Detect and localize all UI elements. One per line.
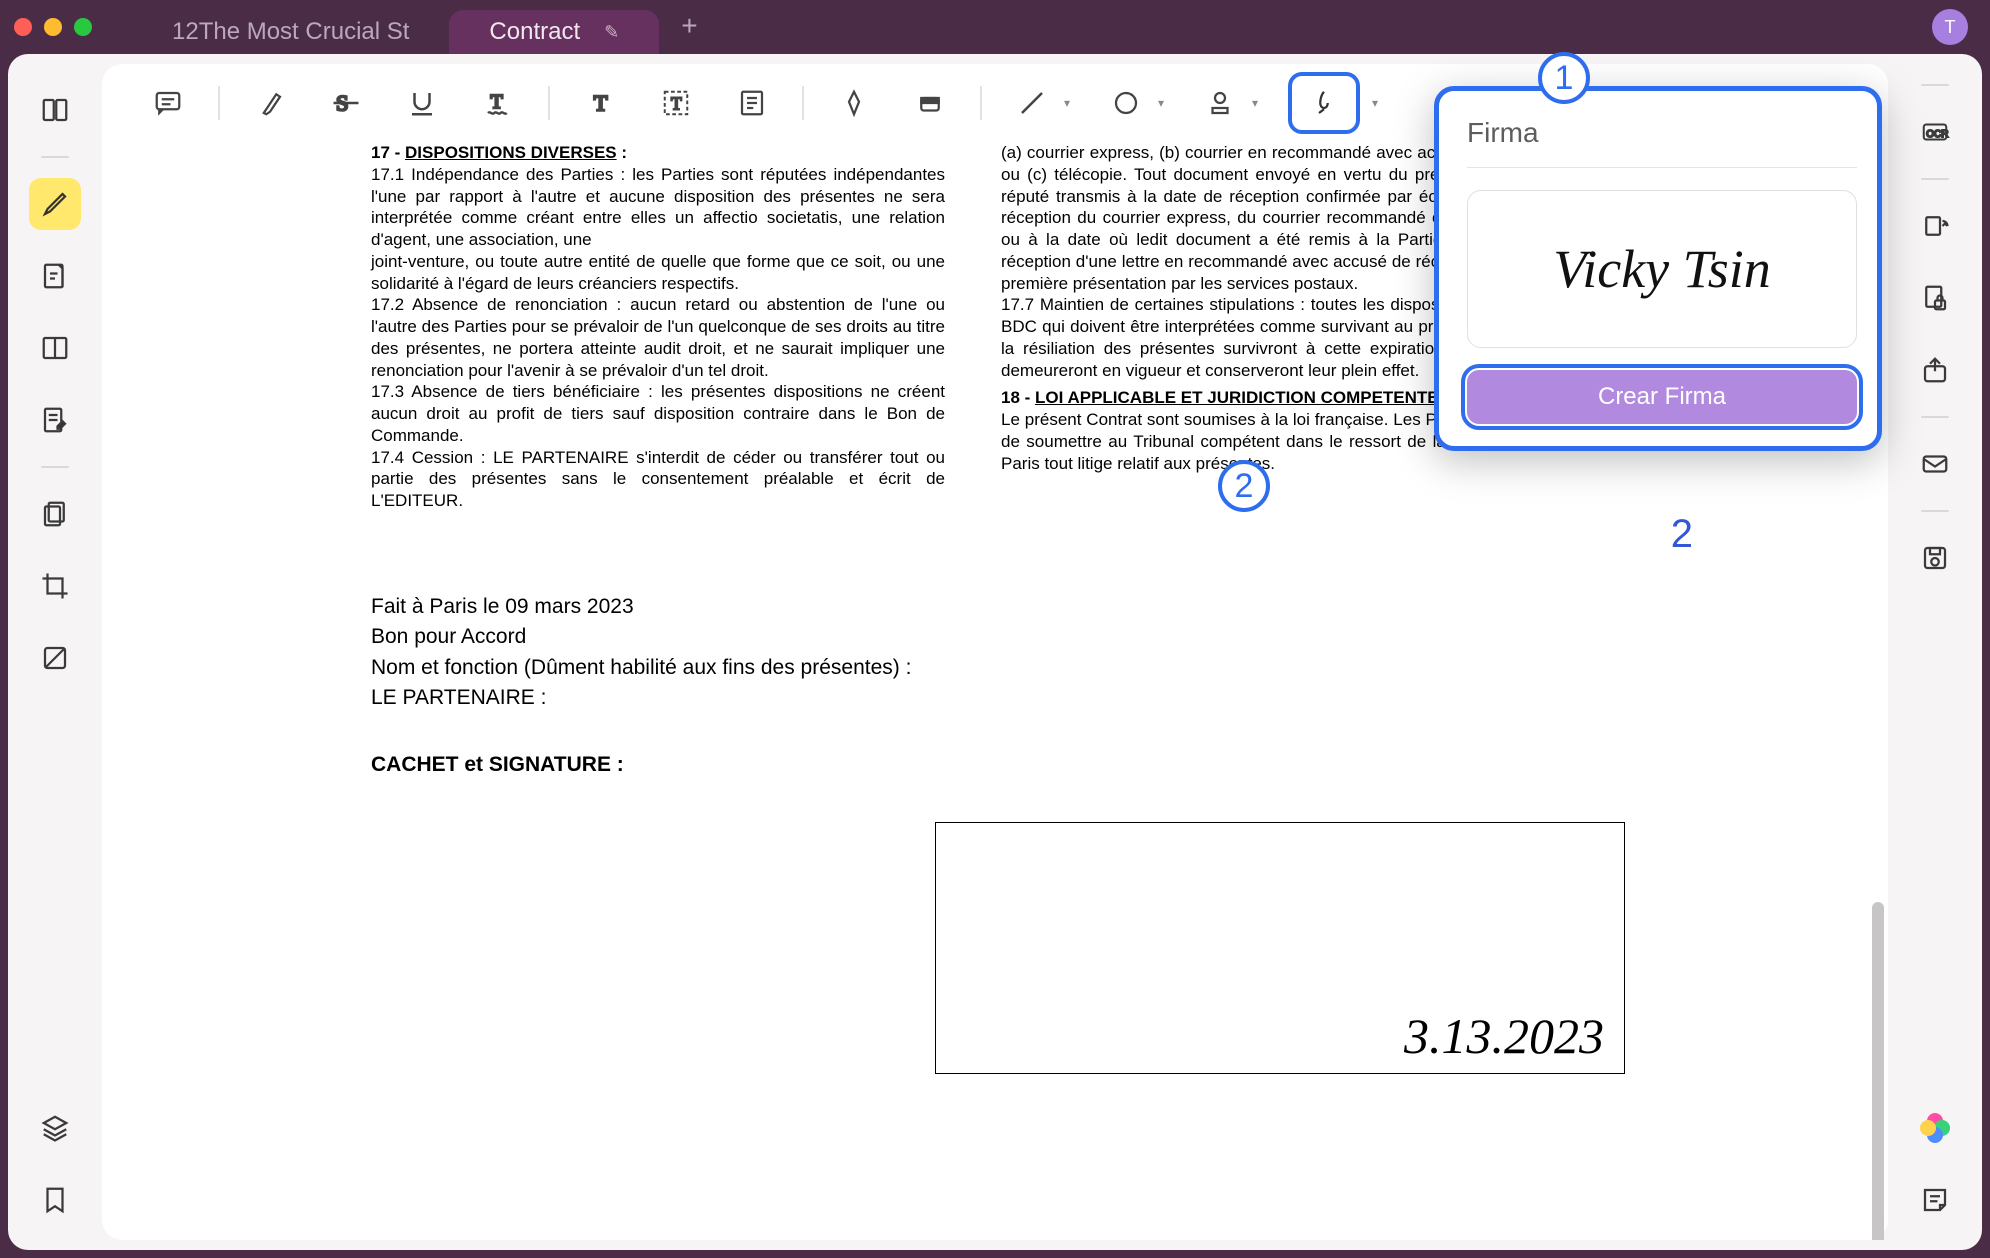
right-sidebar: OCR bbox=[1888, 54, 1982, 1250]
sec17-num: 17 - bbox=[371, 143, 405, 162]
textbox-icon[interactable]: T bbox=[574, 77, 626, 129]
squiggly-icon[interactable]: T bbox=[472, 77, 524, 129]
separator bbox=[1921, 84, 1949, 86]
signature-preview[interactable]: Vicky Tsin bbox=[1467, 190, 1857, 348]
pages-icon[interactable] bbox=[29, 488, 81, 540]
window-minimize-button[interactable] bbox=[44, 18, 62, 36]
chevron-down-icon[interactable]: ▾ bbox=[1158, 96, 1170, 110]
bookmark-icon[interactable] bbox=[29, 1174, 81, 1226]
svg-text:T: T bbox=[594, 91, 608, 116]
popover-title: Firma bbox=[1467, 117, 1857, 149]
split-view-icon[interactable] bbox=[29, 322, 81, 374]
pen-icon[interactable] bbox=[828, 77, 880, 129]
ai-flower-icon[interactable] bbox=[1909, 1102, 1961, 1154]
reader-mode-icon[interactable] bbox=[29, 84, 81, 136]
para-17-1: 17.1 Indépendance des Parties : les Part… bbox=[371, 164, 945, 251]
svg-text:T: T bbox=[491, 91, 503, 113]
scrollbar-thumb[interactable] bbox=[1872, 902, 1884, 1240]
callout-1: 1 bbox=[1538, 52, 1590, 104]
tab-active-label: Contract bbox=[489, 18, 580, 46]
underline-icon[interactable] bbox=[396, 77, 448, 129]
sec17-title: DISPOSITIONS DIVERSES bbox=[405, 143, 617, 162]
separator bbox=[802, 86, 804, 120]
line-tool-icon[interactable] bbox=[1006, 77, 1058, 129]
form-edit-icon[interactable] bbox=[29, 394, 81, 446]
tab-inactive[interactable]: 12The Most Crucial St bbox=[132, 10, 449, 54]
rotate-icon[interactable] bbox=[1909, 200, 1961, 252]
signature-date: 3.13.2023 bbox=[1404, 1007, 1604, 1065]
text-frame-icon[interactable]: T bbox=[650, 77, 702, 129]
sticky-note-icon[interactable] bbox=[1909, 1174, 1961, 1226]
svg-text:T: T bbox=[671, 93, 682, 113]
chevron-down-icon[interactable]: ▾ bbox=[1252, 96, 1264, 110]
svg-text:OCR: OCR bbox=[1926, 129, 1948, 140]
separator bbox=[218, 86, 220, 120]
window-maximize-button[interactable] bbox=[74, 18, 92, 36]
share-icon[interactable] bbox=[1909, 344, 1961, 396]
para-17-2: 17.2 Absence de renonciation : aucun ret… bbox=[371, 294, 945, 381]
highlighter-icon[interactable] bbox=[29, 178, 81, 230]
tab-inactive-label: 12The Most Crucial St bbox=[172, 18, 409, 46]
separator bbox=[548, 86, 550, 120]
para-17-1b: joint-venture, ou toute autre entité de … bbox=[371, 251, 945, 295]
separator bbox=[1921, 178, 1949, 180]
bon-pour-line: Bon pour Accord bbox=[371, 622, 1705, 652]
callout-2: 2 bbox=[1218, 460, 1270, 512]
signature-section: Fait à Paris le 09 mars 2023 Bon pour Ac… bbox=[371, 592, 1705, 780]
window-close-button[interactable] bbox=[14, 18, 32, 36]
titlebar: 12The Most Crucial St Contract ✎ + T bbox=[0, 0, 1990, 54]
separator bbox=[1921, 416, 1949, 418]
shape-tool-icon[interactable] bbox=[1100, 77, 1152, 129]
sec18-title: LOI APPLICABLE ET JURIDICTION COMPETENTE bbox=[1035, 388, 1439, 407]
tab-active[interactable]: Contract ✎ bbox=[449, 10, 659, 54]
separator bbox=[1467, 167, 1857, 168]
mail-icon[interactable] bbox=[1909, 438, 1961, 490]
para-17-4: 17.4 Cession : LE PARTENAIRE s'interdit … bbox=[371, 447, 945, 512]
eraser-icon[interactable] bbox=[904, 77, 956, 129]
save-icon[interactable] bbox=[1909, 532, 1961, 584]
crop-icon[interactable] bbox=[29, 560, 81, 612]
hide-icon[interactable] bbox=[29, 632, 81, 684]
fait-a-line: Fait à Paris le 09 mars 2023 bbox=[371, 592, 1705, 622]
signature-tool-icon[interactable] bbox=[1288, 72, 1360, 134]
separator bbox=[1921, 510, 1949, 512]
nom-fonction-line: Nom et fonction (Dûment habilité aux fin… bbox=[371, 653, 1705, 683]
note-icon[interactable] bbox=[726, 77, 778, 129]
cachet-line: CACHET et SIGNATURE : bbox=[371, 753, 624, 776]
para-17-3: 17.3 Absence de tiers bénéficiaire : les… bbox=[371, 381, 945, 446]
pencil-icon[interactable]: ✎ bbox=[604, 22, 619, 43]
lock-doc-icon[interactable] bbox=[1909, 272, 1961, 324]
separator bbox=[980, 86, 982, 120]
comment-icon[interactable] bbox=[142, 77, 194, 129]
page-number: 2 bbox=[1671, 512, 1693, 557]
ocr-icon[interactable]: OCR bbox=[1909, 106, 1961, 158]
chevron-down-icon[interactable]: ▾ bbox=[1372, 96, 1384, 110]
create-signature-button[interactable]: Crear Firma bbox=[1467, 370, 1857, 424]
signature-name: Vicky Tsin bbox=[1553, 238, 1770, 300]
avatar-initial: T bbox=[1945, 17, 1956, 38]
highlight-text-icon[interactable] bbox=[244, 77, 296, 129]
separator bbox=[41, 466, 69, 468]
left-column: 17 - DISPOSITIONS DIVERSES : 17.1 Indépe… bbox=[371, 142, 945, 512]
chevron-down-icon[interactable]: ▾ bbox=[1064, 96, 1076, 110]
add-tab-button[interactable]: + bbox=[659, 10, 719, 54]
document-tabs: 12The Most Crucial St Contract ✎ + bbox=[132, 10, 720, 54]
user-avatar[interactable]: T bbox=[1932, 9, 1968, 45]
signature-popover: Firma Vicky Tsin Crear Firma bbox=[1434, 86, 1882, 451]
strikethrough-icon[interactable]: S bbox=[320, 77, 372, 129]
annotate-icon[interactable] bbox=[29, 250, 81, 302]
separator bbox=[41, 156, 69, 158]
partenaire-line: LE PARTENAIRE : bbox=[371, 683, 1705, 713]
signature-placeholder-box[interactable]: 3.13.2023 bbox=[935, 822, 1625, 1074]
stamp-icon[interactable] bbox=[1194, 77, 1246, 129]
left-sidebar bbox=[8, 54, 102, 1250]
window-controls bbox=[14, 18, 92, 36]
layers-icon[interactable] bbox=[29, 1102, 81, 1154]
